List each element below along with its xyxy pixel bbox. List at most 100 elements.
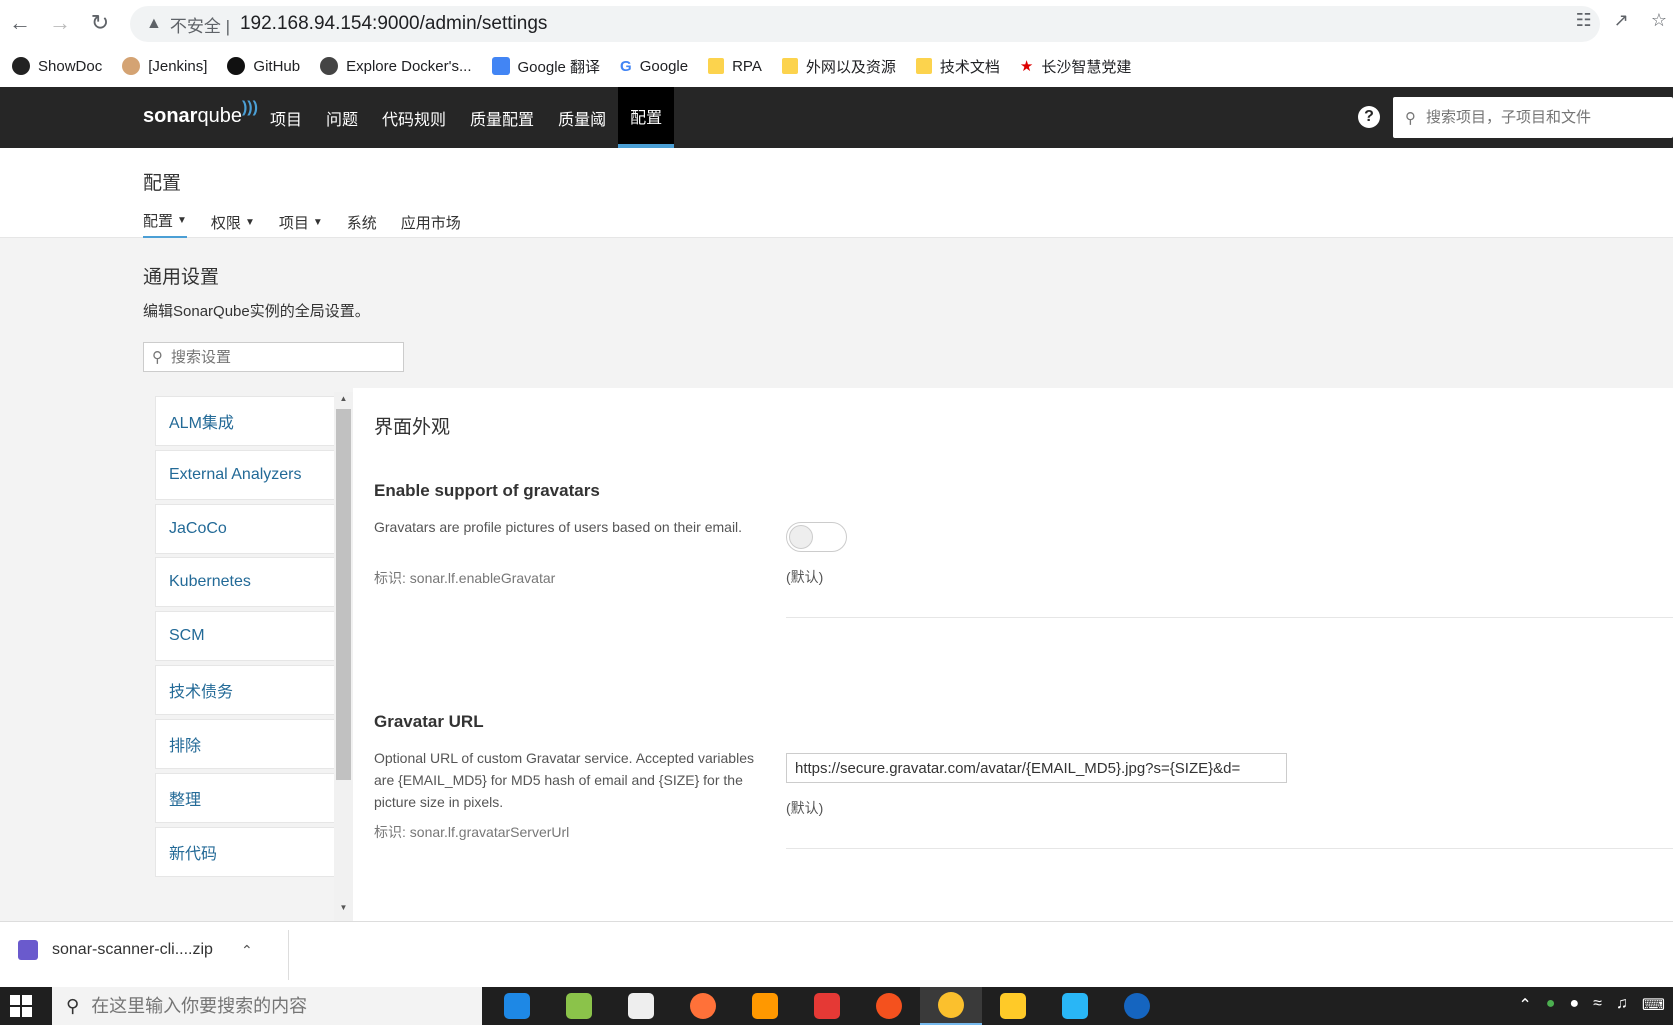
bookmark-label: 技术文档 <box>939 58 1000 76</box>
qq-icon[interactable]: ● <box>1569 995 1579 1015</box>
menu-quality-profiles[interactable]: 质量配置 <box>458 87 546 148</box>
vscode-icon <box>504 993 530 1019</box>
back-arrow-icon[interactable]: ← <box>0 10 40 36</box>
firefox-app[interactable] <box>672 987 734 1025</box>
bookmark-github[interactable]: GitHub <box>227 57 300 75</box>
scroll-up-icon[interactable]: ▲ <box>334 392 353 406</box>
main-menu: 项目 问题 代码规则 质量配置 质量阈 配置 <box>258 87 675 148</box>
search-icon: ⚲ <box>152 349 163 366</box>
help-icon[interactable]: ? <box>1358 106 1380 128</box>
folder-icon <box>915 58 932 74</box>
tab-configuration[interactable]: 配置 ▼ <box>143 210 187 239</box>
translate-icon[interactable]: ☷ <box>1576 10 1592 31</box>
file-explorer-app[interactable] <box>982 987 1044 1025</box>
settings-search-input[interactable] <box>171 348 371 366</box>
typora-app[interactable] <box>610 987 672 1025</box>
app-icon <box>876 993 902 1019</box>
caret-down-icon: ▼ <box>312 216 323 228</box>
category-kubernetes[interactable]: Kubernetes <box>155 557 335 607</box>
google-translate-icon <box>491 57 510 75</box>
windows-start-icon[interactable] <box>10 995 32 1017</box>
firefox-icon <box>690 993 716 1019</box>
category-external-analyzers[interactable]: External Analyzers <box>155 450 335 500</box>
wps-app[interactable] <box>796 987 858 1025</box>
volume-icon[interactable]: ♫ <box>1616 995 1628 1015</box>
scroll-down-icon[interactable]: ▼ <box>334 901 353 915</box>
folder-icon <box>781 58 798 74</box>
bookmark-external[interactable]: 外网以及资源 <box>781 56 896 77</box>
tab-marketplace[interactable]: 应用市场 <box>401 210 461 239</box>
sonarqube-logo[interactable]: sonarqube))) <box>143 99 258 128</box>
sidebar-scroll-thumb[interactable] <box>336 409 351 780</box>
setting-name: Enable support of gravatars <box>374 481 600 500</box>
app-7[interactable] <box>858 987 920 1025</box>
default-label: (默认) <box>786 569 824 585</box>
bookmark-docker[interactable]: Explore Docker's... <box>320 57 472 75</box>
chevron-up-icon[interactable]: ⌃ <box>1518 995 1531 1015</box>
tab-security[interactable]: 权限 ▼ <box>211 210 255 239</box>
search-icon: ⚲ <box>66 995 80 1016</box>
bookmark-showdoc[interactable]: ShowDoc <box>12 57 102 75</box>
vscode-app[interactable] <box>486 987 548 1025</box>
browser-actions: ☷ ↗ ☆ <box>1576 10 1673 31</box>
tab-projects[interactable]: 项目 ▼ <box>279 210 323 239</box>
app-icon <box>1062 993 1088 1019</box>
default-label: (默认) <box>786 800 824 816</box>
bookmark-google-translate[interactable]: Google 翻译 <box>491 56 601 77</box>
panel-title: 界面外观 <box>374 417 451 438</box>
ime-icon[interactable]: ⌨ <box>1642 995 1665 1015</box>
taskbar-search-input[interactable] <box>91 995 392 1017</box>
gravatar-toggle[interactable] <box>786 522 847 552</box>
url-text[interactable]: 192.168.94.154:9000/admin/settings <box>240 13 547 35</box>
app-2[interactable] <box>548 987 610 1025</box>
wifi-icon[interactable]: ≈ <box>1593 995 1602 1015</box>
bookmark-label: 外网以及资源 <box>805 58 896 76</box>
chrome-app[interactable] <box>920 987 982 1025</box>
category-tech-debt[interactable]: 技术债务 <box>155 665 335 715</box>
category-alm[interactable]: ALM集成 <box>155 396 335 446</box>
tab-label: 系统 <box>346 214 377 232</box>
bookmark-rpa[interactable]: RPA <box>708 58 762 75</box>
menu-rules[interactable]: 代码规则 <box>370 87 458 148</box>
windows-taskbar: ⚲ ⌃ ● ● ≈ ♫ ⌨ <box>0 987 1673 1025</box>
category-new-code[interactable]: 新代码 <box>155 827 335 877</box>
showdoc-icon <box>12 57 30 75</box>
chevron-up-icon[interactable]: ⌃ <box>241 942 253 959</box>
bookmark-jenkins[interactable]: [Jenkins] <box>122 57 207 75</box>
category-housekeeping[interactable]: 整理 <box>155 773 335 823</box>
wechat-icon[interactable]: ● <box>1546 995 1556 1015</box>
settings-search[interactable]: ⚲ <box>143 342 404 372</box>
category-jacoco[interactable]: JaCoCo <box>155 504 335 554</box>
bookmark-label: Google 翻译 <box>517 58 601 76</box>
app-10[interactable] <box>1044 987 1106 1025</box>
address-bar[interactable]: ▲ 不安全 | 192.168.94.154:9000/admin/settin… <box>130 6 1600 42</box>
menu-administration[interactable]: 配置 <box>618 87 675 148</box>
bookmark-star-icon[interactable]: ☆ <box>1651 10 1667 31</box>
caret-down-icon: ▼ <box>244 216 255 228</box>
sublime-app[interactable] <box>734 987 796 1025</box>
forward-arrow-icon[interactable]: → <box>40 10 80 36</box>
gravatar-url-input[interactable] <box>786 753 1287 783</box>
tab-system[interactable]: 系统 <box>347 210 377 239</box>
category-exclusions[interactable]: 排除 <box>155 719 335 769</box>
bookmark-changsha[interactable]: ★ 长沙智慧党建 <box>1020 56 1131 77</box>
bookmark-google[interactable]: G Google <box>620 58 688 75</box>
bookmark-techdocs[interactable]: 技术文档 <box>915 56 1000 77</box>
download-item[interactable]: sonar-scanner-cli....zip ⌃ <box>18 940 253 960</box>
download-filename: sonar-scanner-cli....zip <box>52 941 213 958</box>
bookmark-label: Google <box>639 57 689 75</box>
share-icon[interactable]: ↗ <box>1614 10 1629 31</box>
bookmark-label: GitHub <box>253 57 301 75</box>
reload-icon[interactable]: ↻ <box>80 10 120 36</box>
taskbar-search[interactable]: ⚲ <box>52 987 482 1025</box>
app-11[interactable] <box>1106 987 1168 1025</box>
global-search-input[interactable] <box>1426 109 1646 126</box>
menu-quality-gates[interactable]: 质量阈 <box>546 87 618 148</box>
logo-wave-icon: ))) <box>241 99 258 116</box>
menu-projects[interactable]: 项目 <box>258 87 314 148</box>
folder-icon <box>1000 993 1026 1019</box>
category-scm[interactable]: SCM <box>155 611 335 661</box>
global-search[interactable]: ⚲ <box>1393 97 1673 138</box>
jenkins-icon <box>122 57 141 75</box>
menu-issues[interactable]: 问题 <box>314 87 370 148</box>
